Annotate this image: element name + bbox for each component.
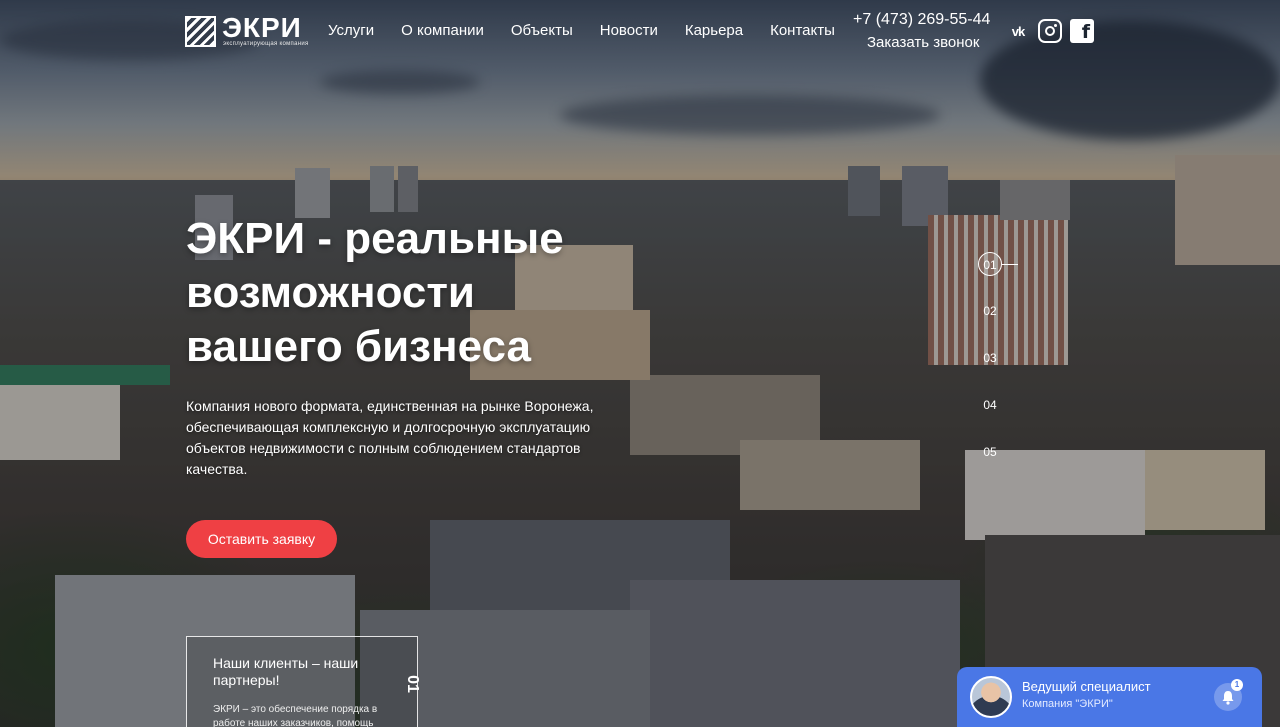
chat-agent-org: Компания "ЭКРИ" — [1022, 698, 1113, 710]
instagram-dot — [1054, 24, 1057, 27]
hero-title-line: вашего бизнеса — [186, 322, 531, 371]
hero-title: ЭКРИ - реальные возможности вашего бизне… — [186, 212, 706, 374]
logo-mark-icon — [185, 16, 216, 47]
slide-dot[interactable]: 04 — [978, 393, 1002, 417]
instagram-lens — [1045, 26, 1055, 36]
callback-link[interactable]: Заказать звонок — [867, 34, 979, 51]
social-links: vk f — [1006, 19, 1102, 43]
nav-item-services[interactable]: Услуги — [328, 22, 374, 39]
logo-text: ЭКРИ — [222, 12, 302, 43]
bell-icon-glyph — [1222, 690, 1234, 705]
hero-description: Компания нового формата, единственная на… — [186, 398, 594, 477]
vk-icon[interactable]: vk — [1006, 19, 1030, 43]
facebook-icon[interactable]: f — [1070, 19, 1094, 43]
nav-item-news[interactable]: Новости — [600, 22, 658, 39]
avatar — [970, 676, 1012, 718]
nav-item-objects[interactable]: Объекты — [511, 22, 573, 39]
chat-agent-name: Ведущий специалист — [1022, 679, 1151, 694]
hero-title-line: ЭКРИ - реальные — [186, 214, 564, 263]
submit-request-button[interactable]: Оставить заявку — [186, 520, 337, 558]
nav-item-contacts[interactable]: Контакты — [770, 22, 835, 39]
slide-dot[interactable]: 02 — [978, 299, 1002, 323]
logo-subtitle: эксплуатирующая компания — [223, 41, 309, 47]
notification-badge: 1 — [1231, 679, 1243, 691]
hero-title-line: возможности — [186, 268, 475, 317]
active-slide-line — [1002, 264, 1018, 265]
slide-dot[interactable]: 03 — [978, 346, 1002, 370]
card-text: ЭКРИ – это обеспечение порядка в работе … — [213, 704, 378, 727]
chat-widget[interactable]: Ведущий специалист Компания "ЭКРИ" 1 — [957, 667, 1262, 727]
main-nav: Услуги О компании Объекты Новости Карьер… — [328, 22, 862, 39]
slide-dot[interactable]: 05 — [978, 440, 1002, 464]
instagram-icon[interactable] — [1038, 19, 1062, 43]
nav-item-career[interactable]: Карьера — [685, 22, 743, 39]
card-number: 01 — [404, 675, 422, 693]
phone-link[interactable]: +7 (473) 269-55-44 — [853, 11, 990, 29]
clients-card[interactable]: Наши клиенты – наши партнеры! ЭКРИ – это… — [186, 636, 422, 727]
site-header: ЭКРИ эксплуатирующая компания Услуги О к… — [0, 0, 1280, 64]
card-title: Наши клиенты – наши партнеры! — [213, 655, 359, 688]
nav-item-about[interactable]: О компании — [401, 22, 484, 39]
logo[interactable]: ЭКРИ эксплуатирующая компания — [185, 12, 315, 50]
slide-dot[interactable]: 01 — [978, 252, 1002, 276]
